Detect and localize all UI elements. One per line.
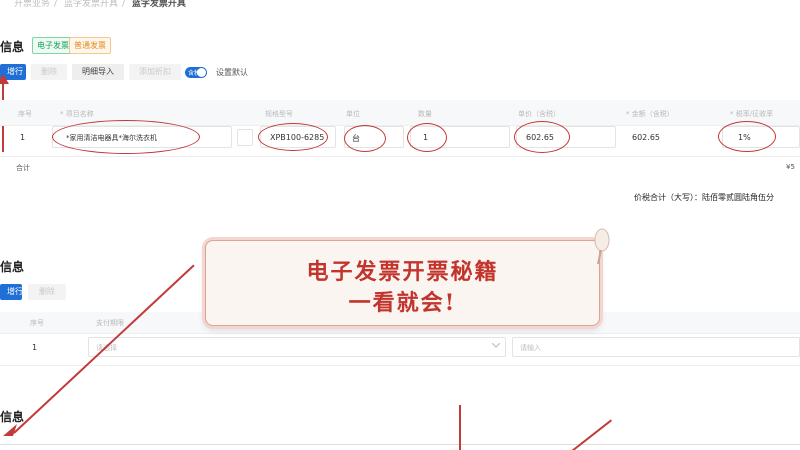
chevron-down-icon <box>492 343 500 348</box>
col-index: 序号 <box>30 319 44 327</box>
grand-total-text: 价税合计（大写）：陆佰零贰圆陆角伍分 <box>634 193 774 202</box>
annotation-oval <box>344 125 386 152</box>
annotation-oval <box>52 120 200 154</box>
row-index: 1 <box>20 133 26 142</box>
payment-term-select[interactable] <box>88 337 506 357</box>
annotation-oval <box>407 123 447 152</box>
col-payment-term: 支付期限 <box>96 319 124 327</box>
delete-row-button[interactable]: 删除 <box>28 284 66 300</box>
section-title: 信息 <box>0 40 25 54</box>
section-title: 信息 <box>0 410 25 424</box>
set-default-label[interactable]: 设置默认 <box>216 67 248 78</box>
promo-banner: 电子发票开票秘籍 一看就会! <box>205 240 600 326</box>
section-divider <box>0 444 800 445</box>
col-index: 序号 <box>18 110 32 118</box>
annotation-oval <box>258 123 328 151</box>
col-item-name: * 项目名称 <box>60 110 94 118</box>
payment-amount-placeholder: 请输入 <box>520 344 541 352</box>
breadcrumb-item[interactable]: 开票业务 <box>14 0 50 9</box>
col-spec: 规格型号 <box>265 110 293 118</box>
row-index: 1 <box>32 343 38 352</box>
banner-title: 电子发票开票秘籍 <box>306 259 499 285</box>
tag-electronic-invoice: 电子发票 <box>32 37 74 54</box>
pushpin-icon <box>594 228 610 265</box>
item-name-picker-button[interactable] <box>237 129 253 146</box>
row-divider <box>0 365 800 366</box>
delete-row-button[interactable]: 删除 <box>31 64 67 80</box>
col-qty: 数量 <box>418 110 432 118</box>
add-row-button[interactable]: 增行 <box>0 284 23 300</box>
breadcrumb-current: 蓝字发票开具 <box>131 0 186 9</box>
tag-ordinary-invoice: 普通发票 <box>69 37 111 54</box>
col-amount: * 金额（含税） <box>626 110 674 118</box>
payment-amount-input[interactable] <box>512 337 800 357</box>
col-tax-rate: * 税率/征收率 <box>730 110 774 118</box>
banner-subtitle: 一看就会! <box>348 290 457 316</box>
breadcrumb-item[interactable]: 蓝字发票开具 <box>64 0 118 9</box>
import-items-button[interactable]: 明细导入 <box>72 64 124 80</box>
annotation-arrow-line <box>571 419 613 450</box>
section-title: 信息 <box>0 260 25 274</box>
arrow-up-icon <box>0 74 9 84</box>
toggle-label: 含税 <box>188 70 201 77</box>
annotation-line <box>459 405 461 450</box>
tax-inclusive-toggle[interactable]: 含税 <box>185 67 207 78</box>
annotation-oval <box>514 121 570 153</box>
annotation-oval <box>718 121 776 152</box>
arrow-head-icon <box>3 424 17 436</box>
row-divider <box>0 156 800 157</box>
total-label: 合计 <box>16 164 30 172</box>
add-discount-button[interactable]: 添加折扣 <box>129 64 181 80</box>
amount-value: 602.65 <box>632 133 660 142</box>
col-unit-price: 单价（含税） <box>518 110 560 118</box>
breadcrumb: 开票业务 / 蓝字发票开具 / 蓝字发票开具 <box>14 0 186 9</box>
total-value: ¥5 <box>786 163 795 171</box>
col-unit: 单位 <box>346 110 360 118</box>
